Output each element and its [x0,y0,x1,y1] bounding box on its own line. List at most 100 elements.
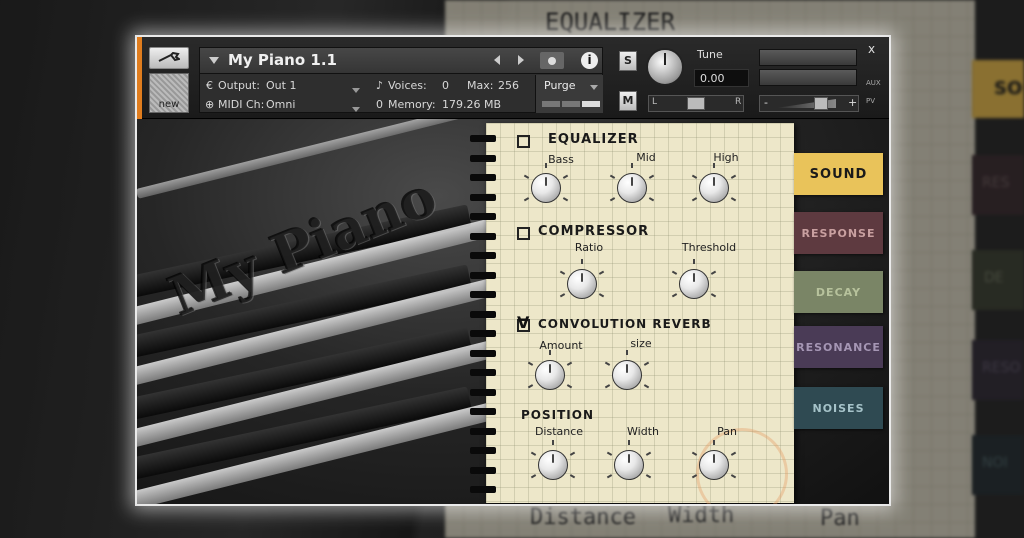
spiral-ring [470,252,496,259]
instrument-menu-arrow-icon[interactable] [209,57,219,64]
high-knob[interactable] [689,163,739,213]
pv-label[interactable]: PV [866,97,875,105]
pan-right-label: R [735,97,742,107]
output-icon: € [206,79,213,92]
mid-knob[interactable] [607,163,657,213]
volume-slider-thumb[interactable] [814,97,828,110]
compressor-title: COMPRESSOR [538,224,650,239]
midi-dropdown-icon[interactable] [352,102,360,115]
midi-icon: ⊕ [205,98,215,111]
knob-cap[interactable] [614,450,644,480]
knob-cap[interactable] [612,360,642,390]
spiral-ring [470,232,496,240]
distance-label: Distance [534,425,584,438]
memory-label: Memory: [388,98,436,111]
distance-knob[interactable] [528,440,578,490]
spiral-ring [470,330,496,337]
mute-button[interactable]: M [619,91,637,111]
tab-decay[interactable]: DECAY [794,271,883,313]
instrument-info-panel: My Piano 1.1 i € Output: Out 1 ♪ Voices:… [199,47,603,113]
reverb-checkmark-icon: ∀ [517,313,530,332]
knob-cap[interactable] [531,173,561,203]
width-knob[interactable] [604,440,654,490]
pan-knob[interactable] [689,440,739,490]
voices-value: 0 [442,79,449,92]
next-instrument-icon[interactable] [518,55,524,65]
spiral-ring [470,486,496,493]
camera-icon[interactable] [540,52,564,69]
wrench-icon [158,52,180,62]
max-label: Max: [467,79,494,92]
aux-label[interactable]: AUX [866,79,881,87]
ratio-knob[interactable] [557,259,607,309]
info-icon[interactable]: i [581,52,598,69]
voices-label: Voices: [388,79,427,92]
pan-slider-thumb[interactable] [687,97,705,110]
spiral-ring [470,310,496,318]
spiral-ring [470,408,496,415]
knob-cap[interactable] [535,360,565,390]
spiral-ring [470,349,496,357]
midi-label: MIDI Ch: [218,98,265,111]
level-meter-left [759,49,857,66]
prev-instrument-icon[interactable] [494,55,500,65]
instrument-header: new My Piano 1.1 i € Output: Out 1 ♪ Voi… [137,37,889,119]
effects-notebook: EQUALIZER Bass Mid High COMPRESSOR Ratio… [470,123,794,504]
size-knob[interactable] [602,350,652,400]
tune-label: Tune [697,48,723,61]
new-snapshot-button[interactable]: new [149,73,189,113]
close-icon[interactable]: x [868,42,875,56]
spiral-ring [470,174,496,181]
knob-cap[interactable] [538,450,568,480]
pan-slider[interactable]: L R [648,95,744,112]
max-voices-value[interactable]: 256 [498,79,519,92]
threshold-knob[interactable] [669,259,719,309]
instrument-name[interactable]: My Piano 1.1 [228,51,337,69]
output-label: Output: [218,79,260,92]
midi-value[interactable]: Omni [266,98,295,111]
level-meter-right [759,69,857,86]
knob-cap[interactable] [699,450,729,480]
equalizer-checkbox[interactable] [517,135,530,148]
spiral-ring [470,291,496,298]
spiral-ring [470,213,496,220]
tune-knob[interactable] [646,48,684,86]
volume-minus-label: - [764,96,768,109]
reverb-checkbox[interactable]: ∀ [517,313,530,332]
spiral-ring [470,369,496,376]
memory-prefix: 0 [376,98,383,111]
tab-response[interactable]: RESPONSE [794,212,883,254]
pan-left-label: L [652,97,658,107]
plugin-window: new My Piano 1.1 i € Output: Out 1 ♪ Voi… [137,37,889,504]
bass-knob[interactable] [521,163,571,213]
purge-label: Purge [544,79,576,92]
tab-sound[interactable]: SOUND [794,153,883,195]
spiral-ring [470,466,496,474]
output-value[interactable]: Out 1 [266,79,296,92]
voices-icon: ♪ [376,79,384,92]
volume-plus-label: + [848,96,858,109]
tune-value: 0.00 [700,72,725,85]
purge-dropdown[interactable]: Purge [535,75,603,113]
instrument-content: My Piano EQUALIZER Bass Mid High COMPRES… [137,119,889,504]
knob-cap[interactable] [699,173,729,203]
tune-value-field[interactable]: 0.00 [694,69,749,87]
position-title: POSITION [521,408,594,422]
solo-button[interactable]: S [619,51,637,71]
output-dropdown-icon[interactable] [352,83,360,96]
equalizer-title: EQUALIZER [548,132,639,147]
purge-indicator-1 [542,101,560,107]
pan-label: Pan [717,425,737,438]
spiral-ring [470,193,496,201]
knob-cap[interactable] [567,269,597,299]
memory-value: 179.26 MB [442,98,502,111]
amount-knob[interactable] [525,350,575,400]
wrench-button[interactable] [149,47,189,69]
new-label: new [158,99,180,110]
tab-noises[interactable]: NOISES [794,387,883,429]
knob-cap[interactable] [679,269,709,299]
knob-cap[interactable] [617,173,647,203]
compressor-checkbox[interactable] [517,227,530,240]
volume-slider[interactable]: - + [759,95,859,112]
tab-resonance[interactable]: RESONANCE [794,326,883,368]
